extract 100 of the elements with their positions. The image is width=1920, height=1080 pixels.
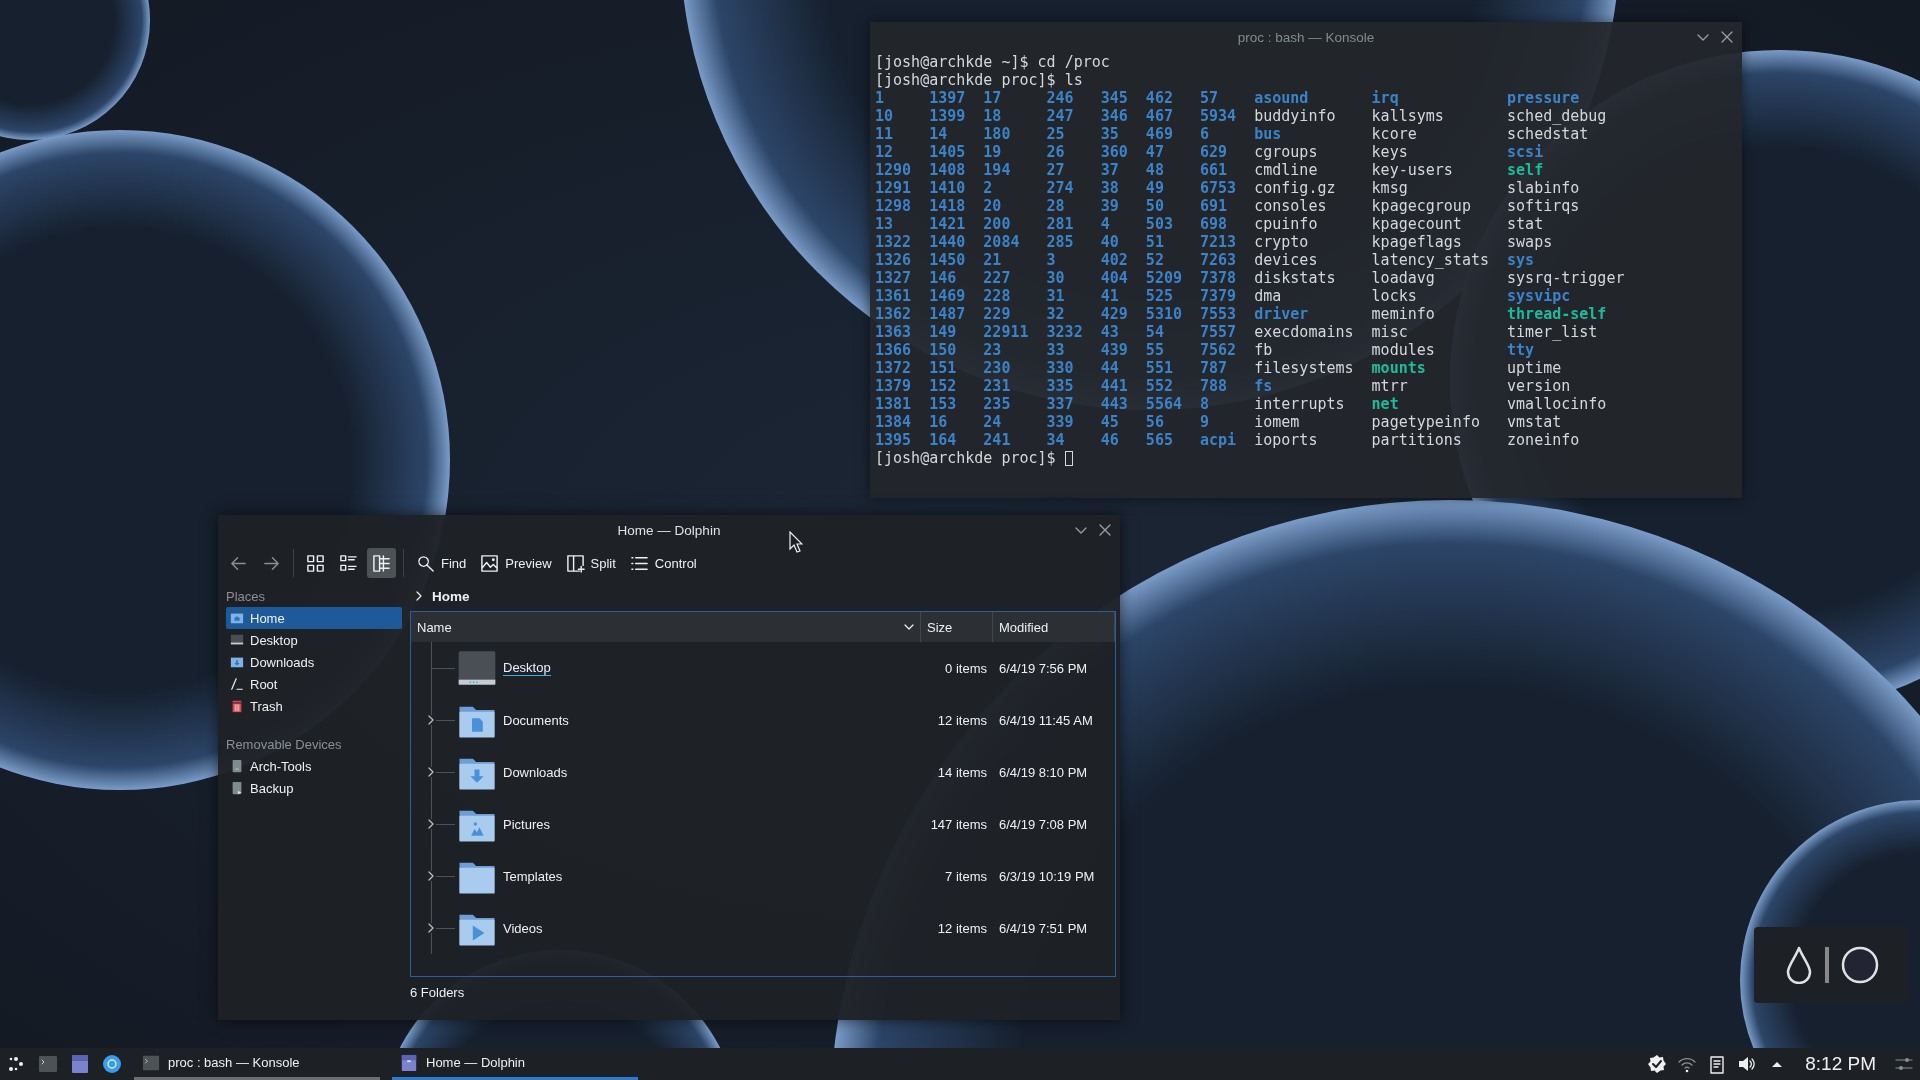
column-header[interactable]: Name bbox=[411, 612, 921, 642]
taskbar-task[interactable]: Home — Dolphin bbox=[392, 1048, 638, 1080]
directory-name: 7263 bbox=[1200, 251, 1237, 269]
toolbar-button[interactable]: Find bbox=[411, 548, 472, 578]
expand-arrow-icon[interactable] bbox=[426, 819, 436, 829]
view-mode-button[interactable] bbox=[367, 548, 396, 578]
table-cell: 7 items bbox=[945, 868, 987, 884]
directory-name: scsi bbox=[1507, 143, 1544, 161]
directory-name: 7562 bbox=[1200, 341, 1237, 359]
directory-name: sys bbox=[1507, 251, 1535, 269]
directory-name: 24 bbox=[983, 413, 1002, 431]
toolbar-button[interactable]: Split bbox=[560, 548, 621, 578]
directory-name: 1291 bbox=[875, 179, 912, 197]
directory-name: 787 bbox=[1200, 359, 1228, 377]
file-name: consoles bbox=[1254, 197, 1327, 215]
directory-name: tty bbox=[1507, 341, 1535, 359]
file-name: crypto bbox=[1254, 233, 1309, 251]
file-name: keys bbox=[1371, 143, 1408, 161]
expand-arrow-icon[interactable] bbox=[426, 767, 436, 777]
directory-name: 47 bbox=[1145, 143, 1164, 161]
directory-name: 552 bbox=[1145, 377, 1173, 395]
file-manager-icon bbox=[400, 1053, 418, 1072]
directory-name: acpi bbox=[1200, 431, 1237, 449]
file-manager-icon[interactable] bbox=[70, 1054, 90, 1074]
clock[interactable]: 8:12 PM bbox=[1805, 1053, 1876, 1075]
tree-view-icon bbox=[372, 553, 391, 573]
directory-name: asound bbox=[1254, 89, 1309, 107]
directory-name: 1440 bbox=[929, 233, 966, 251]
sidebar-item[interactable]: Desktop bbox=[226, 629, 402, 651]
directory-name: 4 bbox=[1100, 215, 1110, 233]
expand-arrow-icon[interactable] bbox=[426, 923, 436, 933]
directory-name: 20 bbox=[983, 197, 1002, 215]
close-icon[interactable] bbox=[1720, 30, 1734, 44]
sidebar-item[interactable]: Downloads bbox=[226, 651, 402, 673]
speaker-icon[interactable] bbox=[1737, 1054, 1758, 1074]
sidebar-item[interactable]: Trash bbox=[226, 695, 402, 717]
directory-name: 1408 bbox=[929, 161, 966, 179]
file-name: cmdline bbox=[1254, 161, 1318, 179]
directory-name: 335 bbox=[1046, 377, 1074, 395]
table-cell-text: 6/3/19 10:19 PM bbox=[998, 868, 1095, 884]
file-name: iomem bbox=[1254, 413, 1300, 431]
directory-name: sysvipc bbox=[1507, 287, 1571, 305]
directory-name: 1363 bbox=[875, 323, 912, 341]
directory-name: 151 bbox=[929, 359, 957, 377]
sidebar-item[interactable]: Home bbox=[226, 607, 402, 629]
directory-name: 565 bbox=[1145, 431, 1173, 449]
sidebar-item[interactable]: Backup bbox=[226, 777, 402, 799]
expand-arrow-icon[interactable] bbox=[426, 715, 436, 725]
table-cell-text: 6/4/19 8:10 PM bbox=[998, 764, 1088, 780]
browser-icon[interactable] bbox=[102, 1054, 122, 1074]
file-name: cgroups bbox=[1254, 143, 1318, 161]
directory-name: 1384 bbox=[875, 413, 912, 431]
directory-name: 1450 bbox=[929, 251, 966, 269]
sidebar-item[interactable]: Arch-Tools bbox=[226, 755, 402, 777]
app-launcher-icon[interactable] bbox=[6, 1054, 26, 1074]
directory-name: 247 bbox=[1046, 107, 1074, 125]
taskbar-task[interactable]: proc : bash — Konsole bbox=[134, 1048, 380, 1080]
drive-icon bbox=[230, 759, 244, 773]
directory-name: 1290 bbox=[875, 161, 912, 179]
file-name: vmstat bbox=[1507, 413, 1562, 431]
directory-name: 462 bbox=[1145, 89, 1173, 107]
directory-name: 18 bbox=[983, 107, 1002, 125]
sidebar-item[interactable]: Root bbox=[226, 673, 402, 695]
column-header[interactable]: Modified bbox=[993, 612, 1115, 642]
file-name: uptime bbox=[1507, 359, 1562, 377]
table-cell: 147 items bbox=[930, 816, 987, 832]
file-name: meminfo bbox=[1371, 305, 1435, 323]
directory-name: 7378 bbox=[1200, 269, 1237, 287]
directory-name: 40 bbox=[1100, 233, 1119, 251]
directory-name: 337 bbox=[1046, 395, 1074, 413]
file-name[interactable]: Documents bbox=[503, 712, 569, 728]
file-name: zoneinfo bbox=[1507, 431, 1580, 449]
directory-name: 1381 bbox=[875, 395, 912, 413]
file-name[interactable]: Videos bbox=[503, 920, 543, 936]
file-name: config.gz bbox=[1254, 179, 1336, 197]
directory-name: 3 bbox=[1046, 251, 1056, 269]
close-icon[interactable] bbox=[1098, 523, 1112, 537]
download-folder-icon bbox=[230, 655, 244, 669]
directory-name: 30 bbox=[1046, 269, 1065, 287]
file-name: kcore bbox=[1371, 125, 1417, 143]
expand-arrow-icon[interactable] bbox=[426, 871, 436, 881]
file-name[interactable]: Downloads bbox=[503, 764, 568, 780]
file-name: misc bbox=[1371, 323, 1408, 341]
directory-name: 35 bbox=[1100, 125, 1119, 143]
toolbar-button[interactable]: Preview bbox=[475, 548, 557, 578]
directory-name: 34 bbox=[1046, 431, 1065, 449]
file-name[interactable]: Pictures bbox=[503, 816, 550, 832]
column-header[interactable]: Size bbox=[921, 612, 993, 642]
directory-name: 33 bbox=[1046, 341, 1065, 359]
section-heading: Removable Devices bbox=[226, 735, 342, 754]
table-cell-text: 6/4/19 11:45 AM bbox=[998, 712, 1093, 728]
directory-name: 339 bbox=[1046, 413, 1074, 431]
toolbar-button[interactable]: Control bbox=[624, 548, 702, 578]
update-badge-icon[interactable] bbox=[1647, 1054, 1668, 1074]
file-name: devices bbox=[1254, 251, 1318, 269]
symlink-name: self bbox=[1507, 161, 1544, 179]
file-name[interactable]: Templates bbox=[503, 868, 563, 884]
file-name[interactable]: Desktop bbox=[503, 660, 551, 676]
breadcrumb[interactable]: Home bbox=[432, 588, 470, 604]
table-cell-text: 6/4/19 7:08 PM bbox=[998, 816, 1088, 832]
